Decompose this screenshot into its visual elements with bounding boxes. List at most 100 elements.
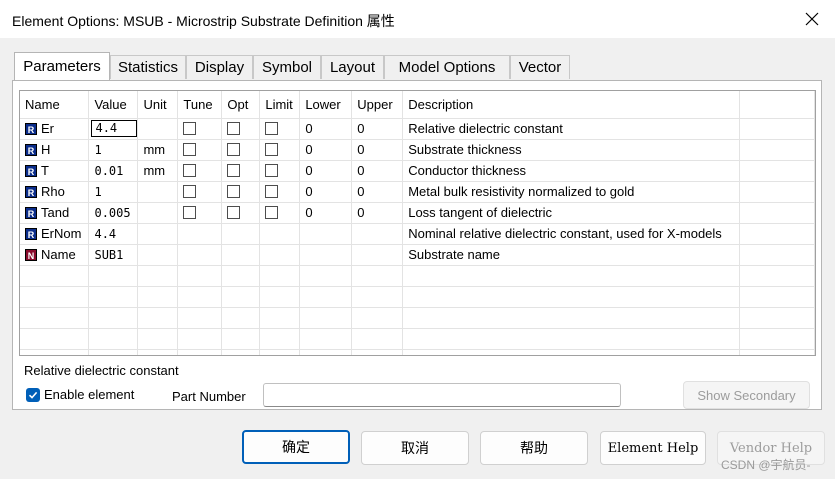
param-limit-cell[interactable]: [259, 118, 301, 140]
param-tune-cell[interactable]: [177, 181, 223, 203]
param-opt-cell[interactable]: [221, 139, 261, 161]
opt-checkbox[interactable]: [227, 143, 241, 157]
param-name-cell[interactable]: R Tand: [20, 202, 90, 224]
param-description: Nominal relative dielectric constant, us…: [408, 226, 722, 241]
param-name-cell[interactable]: RH: [20, 139, 90, 161]
column-header-limit[interactable]: Limit: [259, 91, 301, 119]
empty-cell: [221, 328, 261, 350]
column-header-tune[interactable]: Tune: [177, 91, 223, 119]
show-secondary-button[interactable]: Show Secondary: [683, 381, 810, 409]
column-header-upper[interactable]: Upper: [351, 91, 404, 119]
param-value: 0.01: [94, 164, 124, 178]
param-unit-cell: [137, 118, 179, 140]
param-upper-cell[interactable]: 0: [351, 118, 404, 140]
empty-cell: [299, 307, 353, 329]
opt-checkbox[interactable]: [227, 206, 241, 220]
help-button[interactable]: 帮助: [480, 431, 588, 465]
param-limit-cell: [259, 223, 301, 245]
opt-checkbox[interactable]: [227, 122, 241, 136]
tune-checkbox[interactable]: [183, 122, 197, 136]
tab-symbol[interactable]: Symbol: [253, 55, 321, 79]
empty-cell: [88, 328, 139, 350]
param-value-cell[interactable]: 4.4: [88, 223, 139, 245]
column-header-value[interactable]: Value: [88, 91, 139, 119]
tab-model-options[interactable]: Model Options: [384, 55, 510, 79]
param-name-cell[interactable]: R ErNom: [20, 223, 90, 245]
empty-cell: [137, 286, 179, 308]
limit-checkbox[interactable]: [265, 143, 279, 157]
param-lower-cell[interactable]: 0: [299, 139, 353, 161]
param-opt-cell[interactable]: [221, 202, 261, 224]
param-value-cell[interactable]: 4.4: [88, 118, 139, 140]
param-upper-cell[interactable]: 0: [351, 139, 404, 161]
column-header-unit[interactable]: Unit: [137, 91, 179, 119]
limit-checkbox[interactable]: [265, 206, 279, 220]
param-name-cell[interactable]: R Er: [20, 118, 90, 140]
empty-cell: [739, 286, 815, 308]
param-tune-cell[interactable]: [177, 139, 223, 161]
param-limit-cell[interactable]: [259, 139, 301, 161]
column-header-opt[interactable]: Opt: [221, 91, 261, 119]
table-row[interactable]: R Tand 0.005 0 0 Loss tangent of dielectric: [20, 202, 815, 224]
param-tune-cell[interactable]: [177, 160, 223, 182]
table-row[interactable]: R H 1 mm 0 0 Substrate thickness: [20, 139, 815, 161]
param-upper-cell[interactable]: 0: [351, 181, 404, 203]
table-row[interactable]: R Er 4.4 0 0 Relative dielectric constant: [20, 118, 815, 140]
column-header-lower[interactable]: Lower: [299, 91, 353, 119]
limit-checkbox[interactable]: [265, 164, 279, 178]
tune-checkbox[interactable]: [183, 206, 197, 220]
table-row[interactable]: R Rho 1 0 0 Metal bulk resistivity normalized…: [20, 181, 815, 203]
param-value-cell[interactable]: 1: [88, 181, 139, 203]
limit-checkbox[interactable]: [265, 122, 279, 136]
tune-checkbox[interactable]: [183, 164, 197, 178]
param-lower: 0: [305, 205, 313, 220]
cancel-button[interactable]: 取消: [361, 431, 469, 465]
param-limit-cell[interactable]: [259, 181, 301, 203]
param-value-cell[interactable]: 0.005: [88, 202, 139, 224]
column-header-name[interactable]: Name: [20, 91, 90, 119]
param-value-cell[interactable]: SUB1: [88, 244, 139, 266]
param-opt-cell[interactable]: [221, 118, 261, 140]
tune-checkbox[interactable]: [183, 185, 197, 199]
param-value[interactable]: 4.4: [91, 120, 137, 137]
tune-checkbox[interactable]: [183, 143, 197, 157]
opt-checkbox[interactable]: [227, 164, 241, 178]
limit-checkbox[interactable]: [265, 185, 279, 199]
tab-display[interactable]: Display: [186, 55, 253, 79]
param-value-cell[interactable]: 0.01: [88, 160, 139, 182]
param-limit-cell[interactable]: [259, 160, 301, 182]
param-lower-cell[interactable]: 0: [299, 181, 353, 203]
param-unit-cell: mm: [137, 139, 179, 161]
tab-parameters[interactable]: Parameters: [14, 52, 110, 80]
param-lower-cell[interactable]: 0: [299, 118, 353, 140]
tab-vector[interactable]: Vector: [510, 55, 570, 79]
param-upper-cell[interactable]: 0: [351, 160, 404, 182]
table-row[interactable]: R T 0.01 mm 0 0 Conductor thickness: [20, 160, 815, 182]
param-tune-cell[interactable]: [177, 202, 223, 224]
tab-statistics[interactable]: Statistics: [110, 55, 186, 79]
csdn-watermark: CSDN @宇航员-: [721, 458, 811, 472]
empty-cell: [351, 328, 404, 350]
param-limit-cell[interactable]: [259, 202, 301, 224]
column-header-description[interactable]: Description: [402, 91, 741, 119]
tab-layout[interactable]: Layout: [321, 55, 384, 79]
param-value-cell[interactable]: 1: [88, 139, 139, 161]
table-row[interactable]: N Name SUB1 Substrate name: [20, 244, 815, 266]
param-opt-cell[interactable]: [221, 181, 261, 203]
param-lower-cell[interactable]: 0: [299, 160, 353, 182]
empty-cell: [177, 349, 223, 355]
param-lower-cell[interactable]: 0: [299, 202, 353, 224]
element-help-button[interactable]: Element Help: [600, 431, 706, 465]
param-upper-cell[interactable]: 0: [351, 202, 404, 224]
close-button[interactable]: [789, 0, 835, 38]
param-tune-cell[interactable]: [177, 118, 223, 140]
param-name-cell[interactable]: R Rho: [20, 181, 90, 203]
enable-element-checkbox[interactable]: Enable element: [26, 387, 134, 402]
ok-button[interactable]: 确定: [242, 430, 350, 464]
param-name-cell[interactable]: RT: [20, 160, 90, 182]
param-opt-cell[interactable]: [221, 160, 261, 182]
part-number-input[interactable]: [263, 383, 621, 407]
opt-checkbox[interactable]: [227, 185, 241, 199]
param-name-cell[interactable]: N Name: [20, 244, 90, 266]
table-row[interactable]: R ErNom 4.4 Nominal relative dielectric con…: [20, 223, 815, 245]
